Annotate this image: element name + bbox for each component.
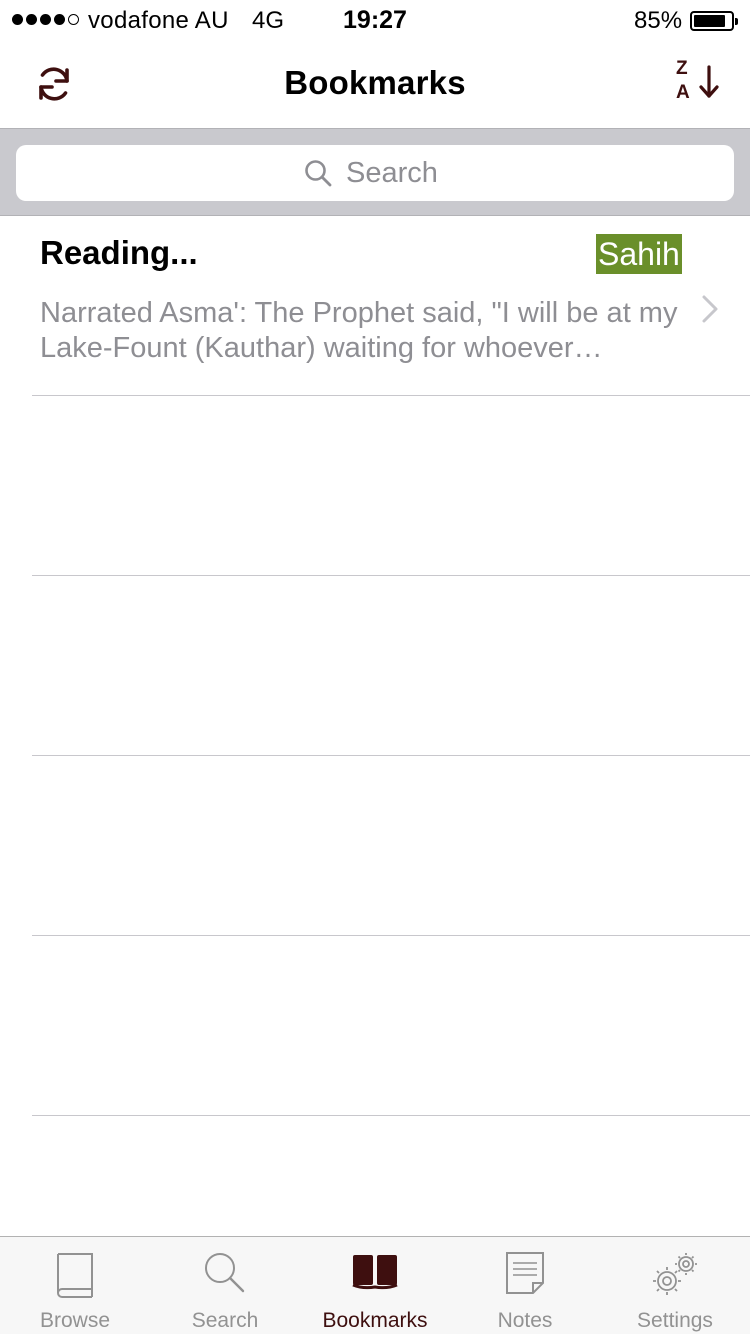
- tab-label: Bookmarks: [322, 1309, 428, 1332]
- bookmark-title: Reading...: [40, 234, 198, 271]
- search-input[interactable]: [346, 156, 446, 190]
- tab-label: Notes: [497, 1309, 553, 1332]
- tab-label: Settings: [637, 1309, 713, 1332]
- grade-badge: Sahih: [596, 234, 682, 274]
- status-bar: vodafone AU 4G 19:27 85%: [0, 0, 750, 40]
- sort-top-letter: Z: [676, 58, 688, 79]
- book-icon: [57, 1253, 93, 1298]
- tab-bar: Browse Search Bookmarks Notes Settings: [0, 1236, 750, 1334]
- empty-row: [0, 576, 750, 756]
- bookmark-row[interactable]: Reading... Sahih Narrated Asma': The Pro…: [0, 216, 750, 396]
- bookmark-list: Reading... Sahih Narrated Asma': The Pro…: [0, 216, 750, 1116]
- tab-browse[interactable]: Browse: [0, 1237, 150, 1334]
- open-book-icon: [352, 1255, 398, 1290]
- arrow-down-icon: [699, 65, 719, 98]
- tab-search[interactable]: Search: [150, 1237, 300, 1334]
- empty-row: [0, 756, 750, 936]
- search-bar: [0, 128, 750, 216]
- tab-label: Browse: [39, 1309, 111, 1332]
- empty-row: [0, 396, 750, 576]
- row-divider: [32, 1115, 750, 1116]
- search-icon: [305, 160, 332, 187]
- tab-bookmarks[interactable]: Bookmarks: [300, 1237, 450, 1334]
- search-field[interactable]: [16, 145, 734, 201]
- battery-icon: [690, 11, 738, 31]
- gears-icon: [653, 1253, 697, 1295]
- chevron-right-icon: [702, 295, 718, 323]
- tab-label: Search: [191, 1309, 259, 1332]
- bookmark-excerpt: Narrated Asma': The Prophet said, "I wil…: [40, 297, 678, 364]
- tab-notes[interactable]: Notes: [450, 1237, 600, 1334]
- empty-row: [0, 936, 750, 1116]
- search-icon: [205, 1253, 245, 1293]
- page-title: Bookmarks: [284, 64, 466, 101]
- sort-button[interactable]: Z A: [668, 56, 728, 112]
- tab-settings[interactable]: Settings: [600, 1237, 750, 1334]
- note-icon: [506, 1252, 544, 1294]
- battery-percentage: 85%: [634, 7, 683, 34]
- sort-bottom-letter: A: [676, 82, 690, 103]
- navigation-bar: Bookmarks Z A: [0, 40, 750, 128]
